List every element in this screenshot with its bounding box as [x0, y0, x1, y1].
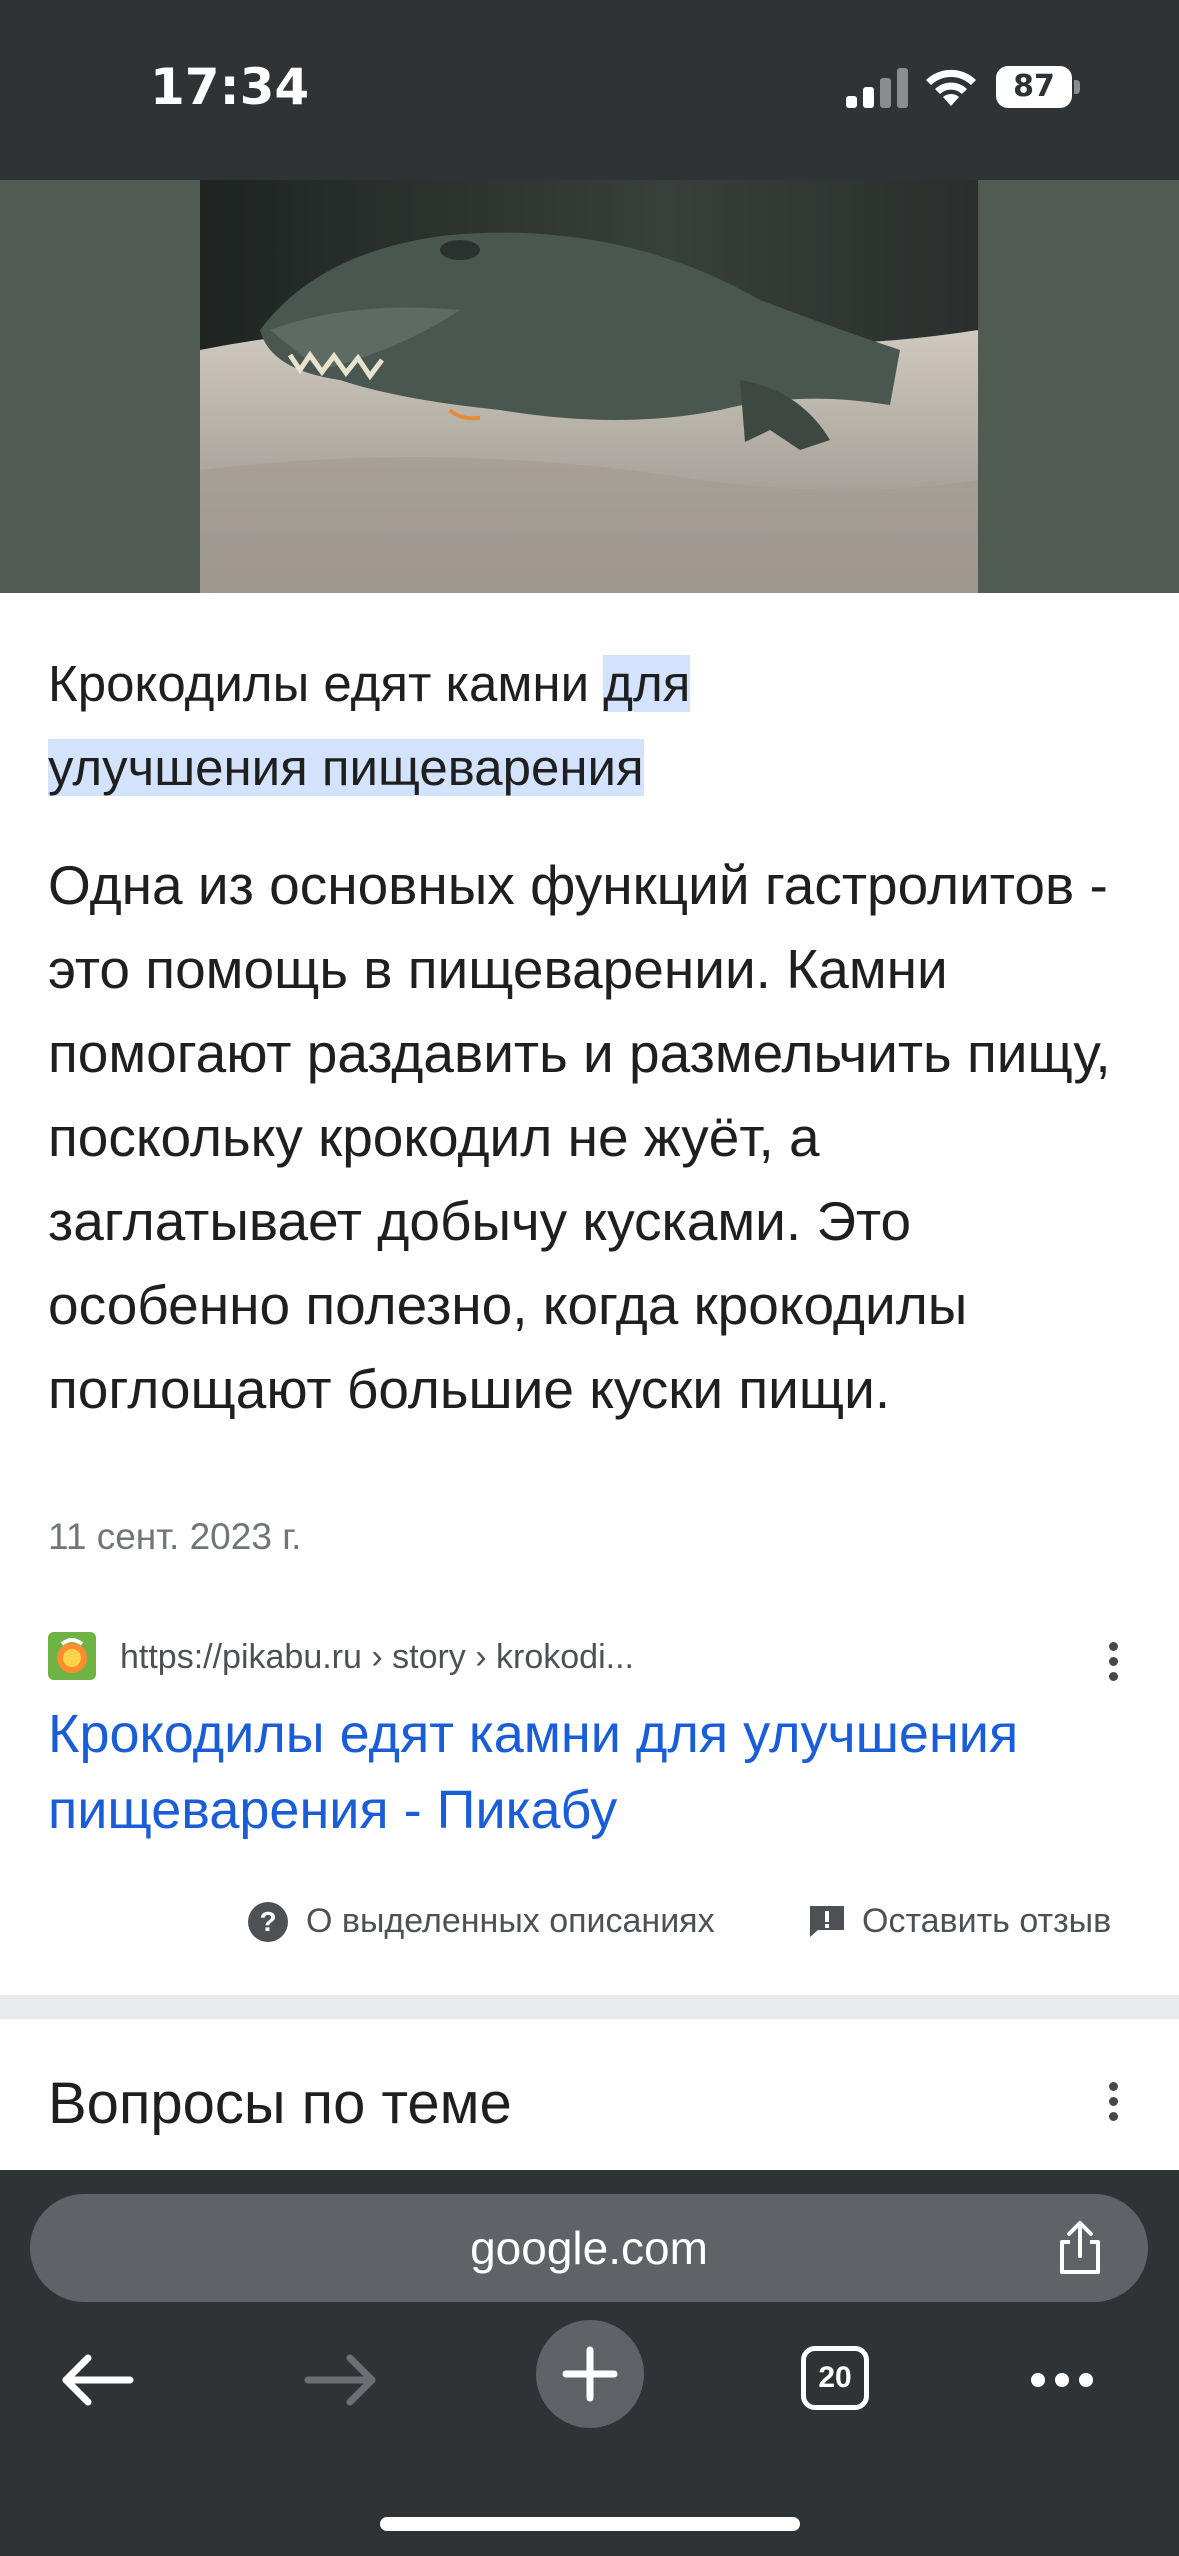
- forward-arrow-icon[interactable]: [282, 2320, 402, 2440]
- plus-icon: [562, 2346, 618, 2402]
- result-more-icon[interactable]: [1098, 1632, 1128, 1692]
- crocodile-photo[interactable]: [200, 180, 978, 593]
- snippet-title-highlight-2: улучшения пищеварения: [48, 739, 644, 796]
- status-bar: 17:34 87: [0, 0, 1179, 180]
- feedback-icon: [810, 1906, 844, 1937]
- wifi-icon: [926, 69, 976, 106]
- tab-switcher-button[interactable]: 20: [801, 2346, 869, 2410]
- feedback-row: ? О выделенных описаниях Оставить отзыв: [0, 1892, 1179, 1952]
- result-source-row[interactable]: https://pikabu.ru › story › krokodi...: [48, 1630, 1138, 1686]
- new-tab-button[interactable]: [536, 2320, 644, 2428]
- browser-toolbar: google.com 20: [0, 2170, 1179, 2556]
- address-bar[interactable]: google.com: [30, 2194, 1148, 2302]
- snippet-title: Крокодилы едят камни для улучшения пищева…: [48, 642, 1128, 810]
- related-more-icon[interactable]: [1098, 2072, 1128, 2132]
- snippet-text: Одна из основных функций гастролитов - э…: [48, 854, 1111, 1420]
- battery-level: 87: [1013, 69, 1055, 104]
- pikabu-favicon-icon: [48, 1632, 96, 1680]
- about-snippets-button[interactable]: ? О выделенных описаниях: [248, 1900, 768, 1944]
- related-questions-title: Вопросы по теме: [48, 2071, 512, 2136]
- battery-icon: 87: [996, 66, 1080, 108]
- hero-image-container[interactable]: [0, 180, 1179, 593]
- status-time: 17:34: [150, 58, 310, 116]
- address-bar-url[interactable]: google.com: [30, 2194, 1148, 2302]
- section-divider: [0, 1995, 1179, 2019]
- result-link-title[interactable]: Крокодилы едят камни для улучшения пищев…: [48, 1696, 1158, 1848]
- signal-icon: [846, 68, 908, 108]
- home-indicator[interactable]: [380, 2517, 800, 2531]
- snippet-title-highlight: для: [603, 655, 691, 712]
- back-arrow-icon[interactable]: [36, 2320, 156, 2440]
- leave-feedback-label: Оставить отзыв: [862, 1902, 1112, 1940]
- snippet-date: 11 сент. 2023 г.: [48, 1516, 302, 1557]
- snippet-title-plain: Крокодилы едят камни: [48, 655, 604, 712]
- leave-feedback-button[interactable]: Оставить отзыв: [808, 1900, 1138, 1944]
- more-menu-icon[interactable]: [1002, 2320, 1122, 2440]
- result-url[interactable]: https://pikabu.ru › story › krokodi...: [120, 1638, 634, 1677]
- about-snippets-label: О выделенных описаниях: [306, 1902, 715, 1940]
- share-icon[interactable]: [1050, 2218, 1110, 2278]
- help-icon: ?: [248, 1902, 288, 1942]
